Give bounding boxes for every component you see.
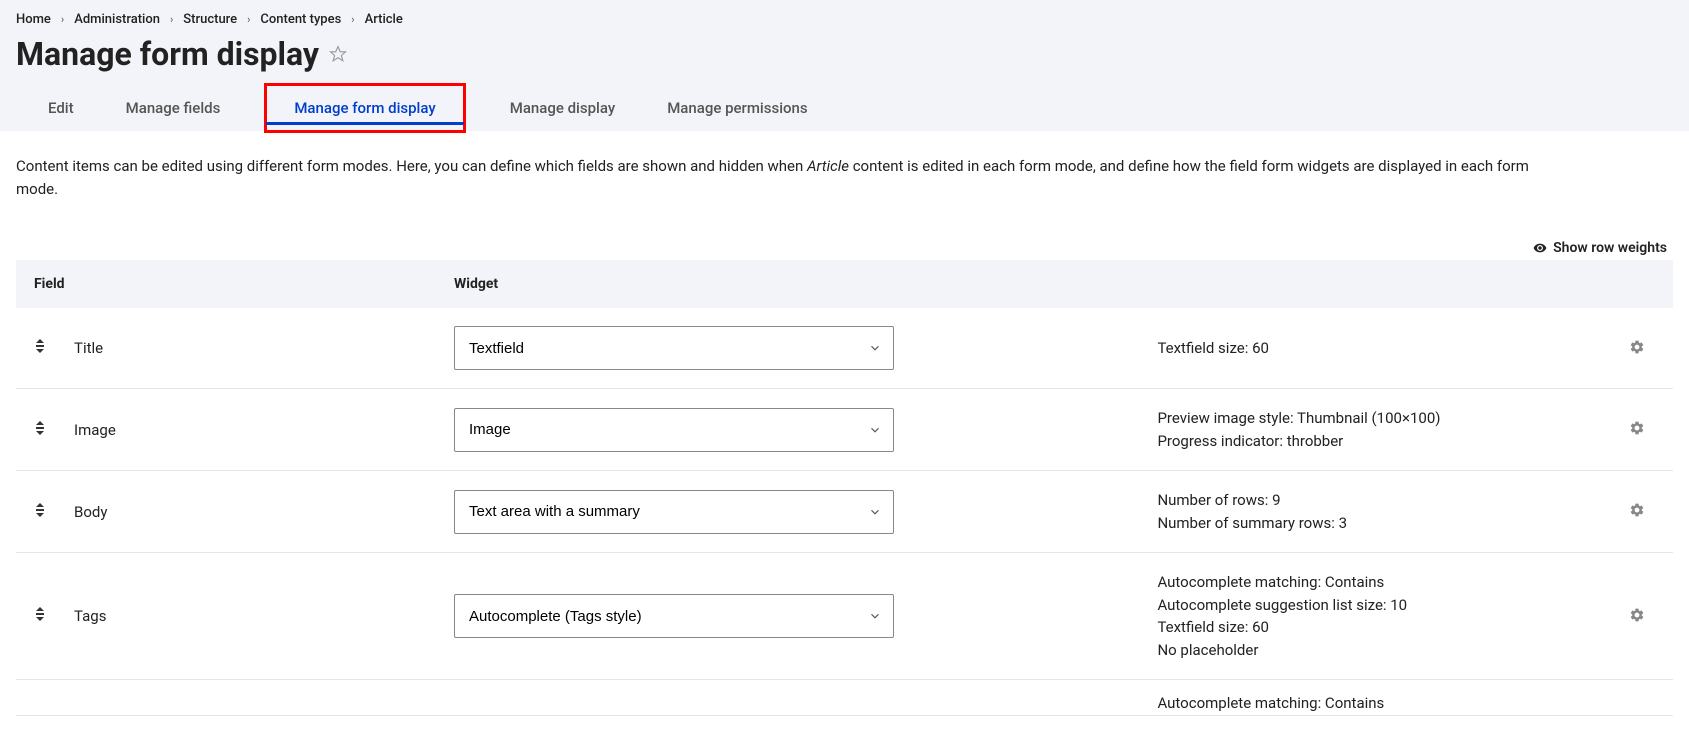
field-label: Body — [60, 471, 440, 553]
chevron-right-icon: › — [61, 13, 64, 26]
breadcrumb-link[interactable]: Article — [365, 12, 403, 27]
widget-select[interactable]: Text area with a summary — [454, 490, 894, 534]
drag-handle-icon[interactable] — [34, 339, 46, 353]
table-header-widget: Widget — [440, 260, 1673, 308]
widget-summary: Textfield size: 60 — [1143, 308, 1611, 389]
field-display-table: Field Widget Title Textfield — [16, 260, 1673, 716]
drag-handle-icon[interactable] — [34, 607, 46, 621]
tab-edit[interactable]: Edit — [42, 85, 80, 131]
widget-summary: Autocomplete matching: Contains — [1143, 680, 1611, 716]
eye-icon — [1533, 241, 1547, 255]
drag-handle-icon[interactable] — [34, 503, 46, 517]
chevron-right-icon: › — [351, 13, 354, 26]
widget-summary: Autocomplete matching: Contains Autocomp… — [1143, 553, 1611, 680]
widget-select[interactable]: Textfield — [454, 326, 894, 370]
widget-summary: Number of rows: 9 Number of summary rows… — [1143, 471, 1611, 553]
table-row: Autocomplete matching: Contains — [16, 680, 1673, 716]
breadcrumb-link[interactable]: Structure — [183, 12, 237, 27]
widget-summary: Preview image style: Thumbnail (100×100)… — [1143, 389, 1611, 471]
gear-icon — [1629, 339, 1645, 355]
field-label: Title — [60, 308, 440, 389]
widget-select[interactable]: Image — [454, 408, 894, 452]
description-text: Content items can be edited using differ… — [16, 155, 1556, 200]
chevron-right-icon: › — [247, 13, 250, 26]
settings-button[interactable] — [1625, 416, 1649, 443]
settings-button[interactable] — [1625, 603, 1649, 630]
page-title: Manage form display — [16, 35, 319, 73]
breadcrumb: Home › Administration › Structure › Cont… — [16, 12, 1673, 27]
gear-icon — [1629, 420, 1645, 436]
settings-button[interactable] — [1625, 335, 1649, 362]
star-icon[interactable] — [329, 45, 347, 63]
drag-handle-icon[interactable] — [34, 421, 46, 435]
breadcrumb-link[interactable]: Administration — [74, 12, 160, 27]
table-row: Body Text area with a summary Number of … — [16, 471, 1673, 553]
settings-button[interactable] — [1625, 498, 1649, 525]
widget-select[interactable]: Autocomplete (Tags style) — [454, 594, 894, 638]
breadcrumb-link[interactable]: Home — [16, 12, 51, 27]
tab-manage-display[interactable]: Manage display — [504, 85, 621, 131]
gear-icon — [1629, 502, 1645, 518]
show-row-weights-button[interactable]: Show row weights — [1553, 240, 1667, 256]
table-row: Image Image Preview image style: Thumbna… — [16, 389, 1673, 471]
field-label: Tags — [60, 553, 440, 680]
tabs: Edit Manage fields Manage form display M… — [16, 85, 1673, 131]
tab-manage-fields[interactable]: Manage fields — [120, 85, 227, 131]
breadcrumb-link[interactable]: Content types — [260, 12, 341, 27]
tab-manage-form-display[interactable]: Manage form display — [266, 85, 463, 131]
chevron-right-icon: › — [170, 13, 173, 26]
table-header-field: Field — [16, 260, 440, 308]
table-row: Tags Autocomplete (Tags style) Autocompl… — [16, 553, 1673, 680]
tab-manage-permissions[interactable]: Manage permissions — [661, 85, 813, 131]
field-label: Image — [60, 389, 440, 471]
table-row: Title Textfield Textfield size: 60 — [16, 308, 1673, 389]
gear-icon — [1629, 607, 1645, 623]
